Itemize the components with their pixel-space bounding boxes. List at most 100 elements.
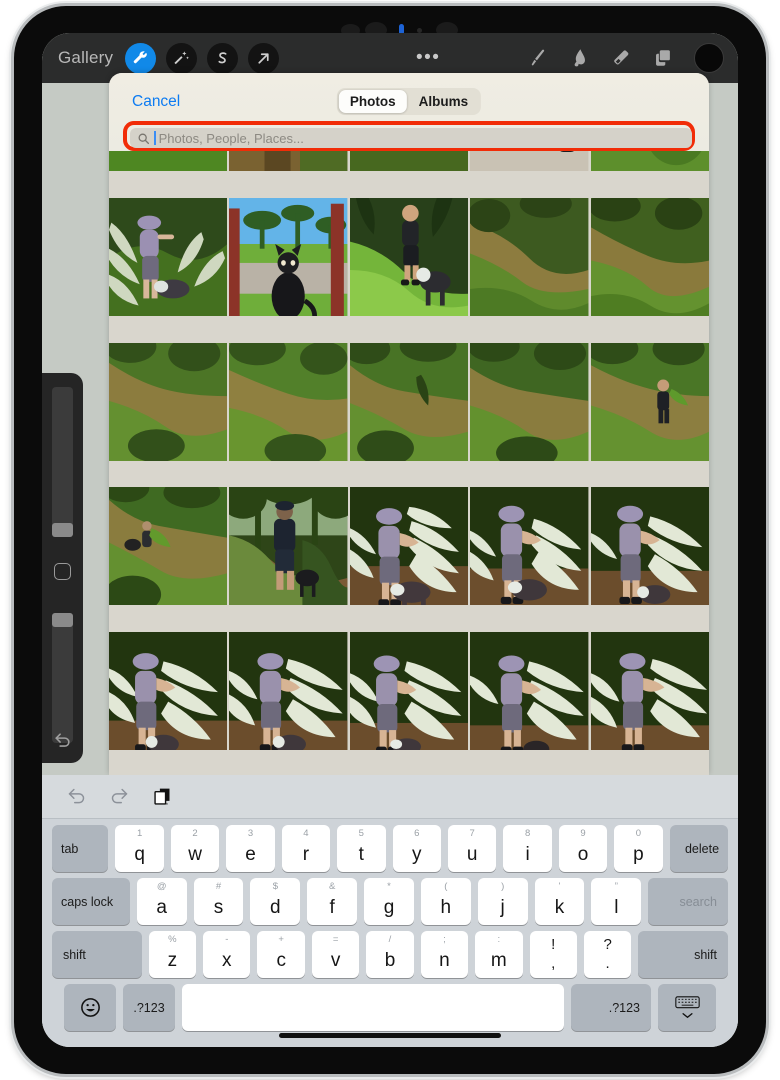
keyboard-row-1: tab 1q 2w 3e 4r 5t 6y 7u 8i 9o 0p delete: [42, 825, 738, 872]
layers-icon[interactable]: [652, 47, 674, 69]
key-u[interactable]: 7u: [447, 825, 497, 872]
key-s[interactable]: # s: [193, 878, 244, 925]
key-c[interactable]: + c: [257, 931, 305, 978]
key-p[interactable]: 0p: [614, 825, 663, 872]
undo-icon[interactable]: [53, 731, 72, 755]
smudge-icon[interactable]: [568, 47, 590, 69]
key-v[interactable]: = v: [311, 931, 360, 978]
photo-thumbnail[interactable]: [470, 632, 589, 751]
magic-wand-icon[interactable]: [166, 42, 198, 74]
opacity-slider[interactable]: [52, 613, 73, 743]
photo-thumbnail[interactable]: [229, 487, 348, 606]
key-search[interactable]: search: [648, 878, 728, 925]
key-label: c: [276, 950, 286, 971]
hide-keyboard-icon[interactable]: [658, 984, 716, 1031]
wrench-icon[interactable]: [125, 42, 157, 74]
ipad-device-frame: Gallery ••• Cancel Photos Albums Photos,…: [14, 6, 766, 1074]
paintbrush-icon[interactable]: [526, 47, 548, 69]
key-a[interactable]: @ a: [136, 878, 187, 925]
brush-size-thumb[interactable]: [52, 523, 73, 537]
photo-thumbnail[interactable]: [349, 151, 469, 171]
photo-thumbnail[interactable]: [470, 487, 589, 606]
key-r[interactable]: 4r: [281, 825, 331, 872]
key-f[interactable]: & f: [307, 878, 358, 925]
key-t[interactable]: 5t: [337, 825, 386, 872]
redo-icon[interactable]: [109, 786, 130, 807]
photo-thumbnail[interactable]: [590, 487, 709, 606]
photo-thumbnail[interactable]: [109, 197, 228, 316]
key-k[interactable]: ' k: [534, 878, 585, 925]
key-label: p: [633, 844, 644, 865]
undo-icon[interactable]: [66, 786, 87, 807]
modify-square-button[interactable]: [54, 563, 71, 580]
eraser-icon[interactable]: [610, 47, 632, 69]
photo-thumbnail[interactable]: [349, 632, 469, 751]
home-indicator[interactable]: [279, 1033, 501, 1038]
photo-thumbnail[interactable]: [590, 151, 709, 171]
key-j[interactable]: ) j: [477, 878, 528, 925]
photo-thumbnail[interactable]: [109, 487, 228, 606]
key-tab[interactable]: tab: [51, 825, 109, 872]
key-shift-left[interactable]: shift: [51, 931, 142, 978]
overflow-menu-button[interactable]: •••: [416, 47, 440, 69]
key-z[interactable]: % z: [148, 931, 197, 978]
key-exclamation-comma[interactable]: !,: [529, 931, 577, 978]
photo-thumbnail[interactable]: [229, 342, 348, 461]
key-e[interactable]: 3e: [226, 825, 275, 872]
tab-photos[interactable]: Photos: [338, 90, 407, 113]
photo-thumbnail[interactable]: [109, 342, 228, 461]
key-d[interactable]: $ d: [250, 878, 301, 925]
photo-thumbnail[interactable]: [349, 197, 469, 316]
photo-thumbnail[interactable]: [470, 197, 589, 316]
key-question-period[interactable]: ?.: [583, 931, 632, 978]
keyboard-row-3: shift % z -x + c = v / b ; n :m !, ?. shift: [42, 931, 738, 978]
brush-size-slider[interactable]: [52, 387, 73, 537]
photo-thumbnail[interactable]: [590, 197, 709, 316]
key-shift-right[interactable]: shift: [638, 931, 729, 978]
photo-thumbnail[interactable]: [470, 342, 589, 461]
key-l[interactable]: ” l: [591, 878, 642, 925]
key-b[interactable]: / b: [366, 931, 414, 978]
photo-thumbnail[interactable]: [229, 632, 348, 751]
arrow-icon[interactable]: [248, 42, 280, 74]
key-numbers-left[interactable]: .?123: [123, 984, 175, 1031]
gallery-button[interactable]: Gallery: [58, 48, 113, 68]
key-alt-label: 6: [414, 828, 420, 839]
paste-icon[interactable]: [152, 786, 173, 807]
keyboard-row-2: caps lock @ a # s $ d & f * g (h ) j ' k ” l sea…: [42, 878, 738, 925]
photo-thumbnail[interactable]: [590, 632, 709, 751]
color-swatch[interactable]: [694, 43, 724, 73]
key-alt-label: 0: [635, 828, 642, 839]
photo-thumbnail[interactable]: [109, 151, 228, 171]
key-g[interactable]: * g: [364, 878, 414, 925]
key-n[interactable]: ; n: [420, 931, 469, 978]
key-caps-lock[interactable]: caps lock: [52, 878, 130, 925]
photo-thumbnail[interactable]: [349, 487, 469, 606]
key-x[interactable]: -x: [203, 931, 251, 978]
tab-albums[interactable]: Albums: [408, 90, 480, 113]
photo-thumbnail[interactable]: [590, 342, 709, 461]
key-y[interactable]: 6y: [392, 825, 441, 872]
photo-thumbnail[interactable]: [349, 342, 469, 461]
photo-thumbnail[interactable]: [470, 151, 589, 171]
key-i[interactable]: 8i: [503, 825, 552, 872]
key-q[interactable]: 1q: [115, 825, 164, 872]
s-curve-icon[interactable]: [207, 42, 239, 74]
key-o[interactable]: 9o: [558, 825, 608, 872]
key-label: i: [525, 844, 530, 865]
key-m[interactable]: :m: [475, 931, 523, 978]
key-delete[interactable]: delete: [669, 825, 729, 872]
cancel-button[interactable]: Cancel: [132, 93, 180, 111]
search-input[interactable]: Photos, People, Places...: [130, 128, 692, 148]
emoji-icon[interactable]: [64, 984, 116, 1031]
photo-thumbnail[interactable]: [229, 151, 348, 171]
key-alt-label: &: [328, 881, 336, 892]
photo-thumbnail[interactable]: [109, 632, 228, 751]
key-alt-label: ': [558, 881, 561, 892]
key-numbers-right[interactable]: .?123: [571, 984, 651, 1031]
photo-thumbnail[interactable]: [229, 197, 348, 316]
key-space[interactable]: [182, 984, 564, 1031]
opacity-thumb[interactable]: [52, 613, 73, 627]
key-w[interactable]: 2w: [170, 825, 220, 872]
key-h[interactable]: (h: [420, 878, 471, 925]
